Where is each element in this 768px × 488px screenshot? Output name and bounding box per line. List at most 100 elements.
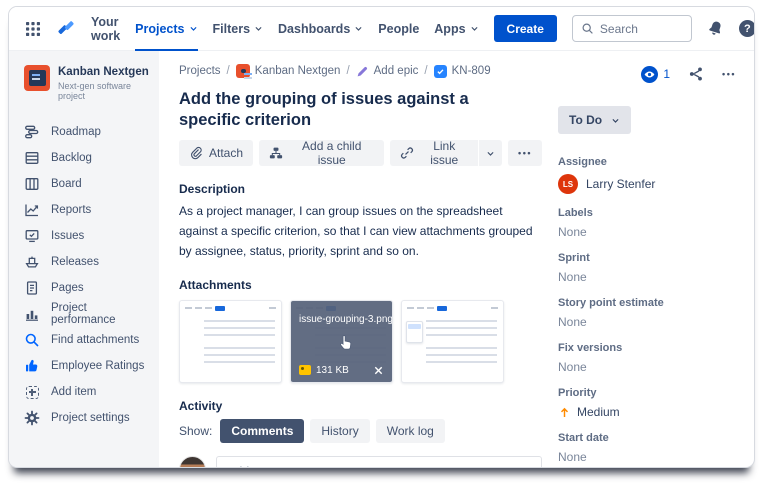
sidebar-item-label: Project settings <box>51 412 130 425</box>
nav-filters[interactable]: Filters <box>213 7 264 51</box>
priority-value[interactable]: Medium <box>558 405 740 419</box>
breadcrumb-label: KN-809 <box>451 65 491 77</box>
assignee-avatar: LS <box>558 174 578 194</box>
nav-your-work[interactable]: Your work <box>91 7 120 51</box>
priority-medium-arrow-icon <box>558 406 571 419</box>
attachment-filename: issue-grouping-3.png <box>299 313 393 325</box>
sidebar-item-employee-ratings[interactable]: Employee Ratings <box>24 353 151 379</box>
sidebar-item-releases[interactable]: Releases <box>24 249 151 275</box>
help-icon[interactable]: ? <box>738 20 754 37</box>
nav-label: People <box>378 21 420 36</box>
sidebar-item-label: Roadmap <box>51 126 101 139</box>
attachment-footer: 131 KB <box>299 365 384 376</box>
sidebar-item-board[interactable]: Board <box>24 171 151 197</box>
breadcrumb-projects[interactable]: Projects <box>179 65 221 77</box>
chevron-down-icon <box>612 118 619 123</box>
create-button[interactable]: Create <box>493 15 557 42</box>
link-icon <box>400 146 414 160</box>
more-options-icon[interactable]: ••• <box>722 69 736 79</box>
link-issue-button[interactable]: Link issue <box>390 139 479 167</box>
sidebar-item-label: Issues <box>51 230 85 243</box>
app-window: Your work Projects Filters Dashboards Pe… <box>8 6 755 468</box>
attachment-list: issue-grouping-3.png 131 KB <box>179 299 542 383</box>
sidebar-item-label: Backlog <box>51 152 92 165</box>
app-switcher-icon[interactable] <box>25 21 41 37</box>
attachments-heading: Attachments <box>179 277 252 292</box>
comment-box[interactable] <box>216 455 542 467</box>
sidebar-item-add-item[interactable]: Add item <box>24 379 151 405</box>
attachment-thumbnail-2-hovered[interactable]: issue-grouping-3.png 131 KB <box>290 299 393 383</box>
thumbnail-skeleton <box>407 305 498 311</box>
issues-icon <box>24 228 40 244</box>
description-text[interactable]: As a project manager, I can group issues… <box>179 202 535 261</box>
attachment-thumbnail-1[interactable] <box>179 299 282 383</box>
fix-versions-value[interactable]: None <box>558 360 740 374</box>
activity-tabs: Comments History Work log <box>220 418 445 443</box>
sidebar-item-find-attachments[interactable]: Find attachments <box>24 327 151 353</box>
nav-apps[interactable]: Apps <box>434 7 478 51</box>
attach-label: Attach <box>209 146 244 161</box>
add-child-issue-button[interactable]: Add a child issue <box>259 139 385 168</box>
breadcrumb-project[interactable]: Kanban Nextgen <box>235 64 340 78</box>
project-header[interactable]: Kanban Nextgen Next-gen software project <box>24 65 151 101</box>
field-story-point-estimate: Story point estimate None <box>558 297 740 329</box>
description-heading: Description <box>179 182 246 197</box>
child-issue-icon <box>269 146 283 160</box>
sidebar-item-reports[interactable]: Reports <box>24 197 151 223</box>
breadcrumb-issue-key[interactable]: KN-809 <box>433 64 491 78</box>
sidebar-item-issues[interactable]: Issues <box>24 223 151 249</box>
board-icon <box>24 176 40 192</box>
breadcrumb-separator: / <box>346 65 350 77</box>
epic-pencil-icon <box>356 65 369 78</box>
nav-label: Dashboards <box>278 21 351 36</box>
estimate-value[interactable]: None <box>558 315 740 329</box>
labels-value[interactable]: None <box>558 225 740 239</box>
add-child-label: Add a child issue <box>302 139 362 168</box>
nav-people[interactable]: People <box>378 7 419 51</box>
chevron-down-icon <box>255 26 262 31</box>
nav-label: Filters <box>212 21 251 36</box>
more-actions-button[interactable]: ••• <box>508 140 542 167</box>
nav-dashboards[interactable]: Dashboards <box>278 7 363 51</box>
start-date-value[interactable]: None <box>558 450 740 464</box>
sidebar-item-label: Reports <box>51 204 92 217</box>
link-issue-dropdown-button[interactable] <box>479 140 503 167</box>
breadcrumb-label: Add epic <box>373 65 419 77</box>
field-label: Story point estimate <box>558 297 664 309</box>
nav-projects[interactable]: Projects <box>135 7 198 51</box>
search-input[interactable] <box>599 21 683 36</box>
sidebar-item-project-performance[interactable]: Project performance <box>24 301 151 327</box>
status-dropdown[interactable]: To Do <box>558 106 632 134</box>
sidebar-item-label: Board <box>51 178 82 191</box>
field-label: Start date <box>558 432 609 444</box>
notifications-bell-icon[interactable] <box>707 20 724 37</box>
sidebar-item-backlog[interactable]: Backlog <box>24 145 151 171</box>
thumbnail-skeleton <box>204 319 275 340</box>
field-labels: Labels None <box>558 207 740 239</box>
breadcrumb-epic[interactable]: Add epic <box>356 65 419 78</box>
nav-label: Your work <box>91 14 121 43</box>
search-box[interactable] <box>571 15 692 42</box>
sidebar-item-roadmap[interactable]: Roadmap <box>24 119 151 145</box>
project-mini-icon <box>235 64 252 78</box>
issue-title: Add the grouping of issues against a spe… <box>179 90 469 130</box>
comment-input[interactable] <box>227 465 531 467</box>
tab-history[interactable]: History <box>310 418 370 443</box>
tab-comments[interactable]: Comments <box>220 418 305 443</box>
field-assignee: Assignee LS Larry Stenfer <box>558 156 740 194</box>
share-icon[interactable] <box>688 66 704 82</box>
ellipsis-icon: ••• <box>518 148 532 159</box>
attach-button[interactable]: Attach <box>179 140 254 167</box>
sidebar-item-pages[interactable]: Pages <box>24 275 151 301</box>
jira-logo-icon[interactable] <box>56 19 76 39</box>
attachment-thumbnail-3[interactable] <box>401 299 504 383</box>
link-issue-split-button: Link issue <box>390 139 503 167</box>
delete-attachment-icon[interactable] <box>373 365 384 376</box>
assignee-value[interactable]: LS Larry Stenfer <box>558 174 740 194</box>
project-sidebar: Kanban Nextgen Next-gen software project… <box>9 51 159 467</box>
tab-work-log[interactable]: Work log <box>375 418 445 443</box>
sidebar-item-project-settings[interactable]: Project settings <box>24 405 151 431</box>
watchers-control[interactable]: 1 <box>641 65 670 83</box>
sprint-value[interactable]: None <box>558 270 740 284</box>
project-name: Kanban Nextgen <box>58 66 149 78</box>
